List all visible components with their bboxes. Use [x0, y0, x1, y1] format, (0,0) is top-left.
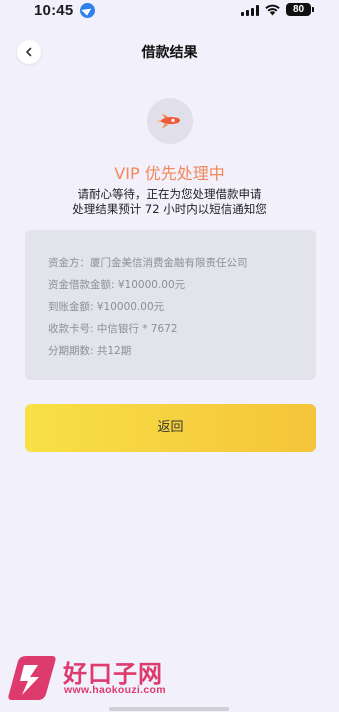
location-arrow-icon: [80, 3, 95, 18]
status-message-line-1: 请耐心等待，正在为您处理借款申请: [77, 187, 262, 201]
battery-level: 80: [286, 3, 314, 16]
home-indicator: [109, 707, 229, 711]
rocket-icon: [157, 113, 180, 129]
info-row-loan-amount: 资金借款金额: ¥10000.00元: [48, 279, 186, 291]
info-row-received-amount: 到账金额: ¥10000.00元: [48, 301, 165, 313]
status-bar: 10:45 80: [0, 0, 339, 22]
cellular-signal-icon: [241, 5, 259, 16]
return-button[interactable]: 返回: [25, 404, 316, 452]
info-row-funder: 资金方：厦门金美信消费金融有限责任公司: [48, 257, 248, 269]
info-row-installments: 分期期数: 共12期: [48, 345, 132, 357]
info-row-card-number: 收款卡号: 中信银行 * 7672: [48, 323, 178, 335]
status-time: 10:45: [34, 2, 74, 19]
status-icon-wrapper: [147, 98, 193, 144]
wifi-icon: [265, 4, 280, 16]
status-message-line-2: 处理结果预计 72 小时内以短信通知您: [72, 202, 267, 216]
watermark-logo-icon: [8, 656, 56, 700]
status-title: VIP 优先处理中: [114, 164, 225, 183]
loan-info-card: 资金方：厦门金美信消费金融有限责任公司 资金借款金额: ¥10000.00元 到…: [25, 230, 316, 380]
loan-result-screen: 10:45 80 借款结果 VIP 优先处理中 请耐心等待，正在为您处理借款申请…: [0, 0, 339, 712]
watermark-url: www.haokouzi.com: [64, 684, 166, 696]
page-title: 借款结果: [141, 45, 198, 61]
